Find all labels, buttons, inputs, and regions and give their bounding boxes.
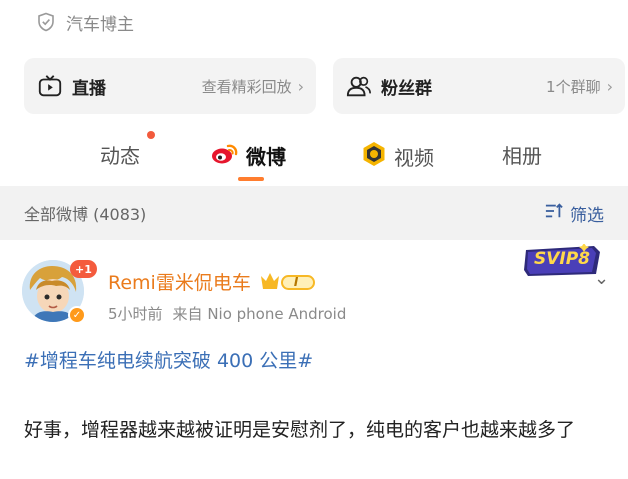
tv-icon bbox=[36, 72, 64, 100]
live-card-title: 直播 bbox=[72, 78, 106, 99]
author-avatar[interactable]: +1 ✓ bbox=[22, 260, 97, 326]
tab-feed-label: 动态 bbox=[100, 144, 140, 168]
filter-button[interactable]: 筛选 bbox=[544, 201, 604, 226]
tab-weibo[interactable]: 微博 bbox=[210, 140, 286, 171]
verified-v-icon: ✓ bbox=[68, 306, 86, 324]
author-row: Remi雷米侃电车 I bbox=[108, 268, 321, 295]
post-body-text: 好事，增程器越来越被证明是安慰剂了，纯电的客户也越来越多了 bbox=[24, 419, 576, 441]
video-play-icon bbox=[360, 140, 388, 173]
chevron-right-icon: › bbox=[606, 76, 613, 96]
tab-weibo-label: 微博 bbox=[246, 145, 286, 169]
tab-album-label: 相册 bbox=[502, 144, 542, 168]
live-card[interactable]: 直播 查看精彩回放 › bbox=[24, 58, 316, 114]
tab-video[interactable]: 视频 bbox=[360, 140, 434, 173]
post-meta: 5小时前 来自 Nio phone Android bbox=[108, 303, 346, 324]
filter-bar: 全部微博 (4083) 筛选 bbox=[0, 186, 628, 240]
chevron-right-icon: › bbox=[297, 76, 304, 96]
fans-card-action: 1个群聊 bbox=[546, 77, 601, 96]
vip-crown-icon: I bbox=[259, 271, 321, 293]
fans-card-title: 粉丝群 bbox=[381, 78, 432, 99]
filter-label: 筛选 bbox=[570, 205, 604, 226]
tab-feed[interactable]: 动态 bbox=[100, 140, 140, 169]
verified-label: 汽车博主 bbox=[66, 14, 134, 35]
shield-check-icon bbox=[38, 12, 54, 32]
tab-album[interactable]: 相册 bbox=[502, 140, 542, 169]
author-name[interactable]: Remi雷米侃电车 bbox=[108, 268, 251, 295]
vip-level: I bbox=[293, 274, 299, 289]
live-card-action: 查看精彩回放 bbox=[201, 77, 292, 96]
svip-label: SVIP8 bbox=[534, 249, 591, 269]
weibo-logo-icon bbox=[210, 140, 240, 171]
group-icon bbox=[345, 72, 373, 100]
profile-page: 汽车博主 直播 查看精彩回放 › 粉丝群 1个群聊 › 动态 微博 视频 相册 … bbox=[0, 0, 628, 479]
fans-card[interactable]: 粉丝群 1个群聊 › bbox=[333, 58, 625, 114]
post-more-chevron-icon[interactable]: ⌄ bbox=[594, 268, 609, 289]
svip-badge: SVIP8 bbox=[522, 243, 602, 278]
verified-row: 汽车博主 bbox=[36, 10, 134, 35]
post-time: 5小时前 bbox=[108, 305, 163, 323]
notification-dot bbox=[147, 131, 155, 139]
tab-active-indicator bbox=[238, 177, 264, 181]
filter-icon bbox=[544, 202, 564, 225]
tab-bar: 动态 微博 视频 相册 bbox=[0, 130, 628, 180]
post-source: 来自 Nio phone Android bbox=[172, 305, 347, 323]
avatar-badge: +1 bbox=[70, 260, 97, 278]
post-count-label: 全部微博 (4083) bbox=[24, 205, 147, 224]
tab-video-label: 视频 bbox=[394, 146, 434, 170]
post-topic-link[interactable]: #增程车纯电续航突破 400 公里# bbox=[24, 346, 313, 373]
